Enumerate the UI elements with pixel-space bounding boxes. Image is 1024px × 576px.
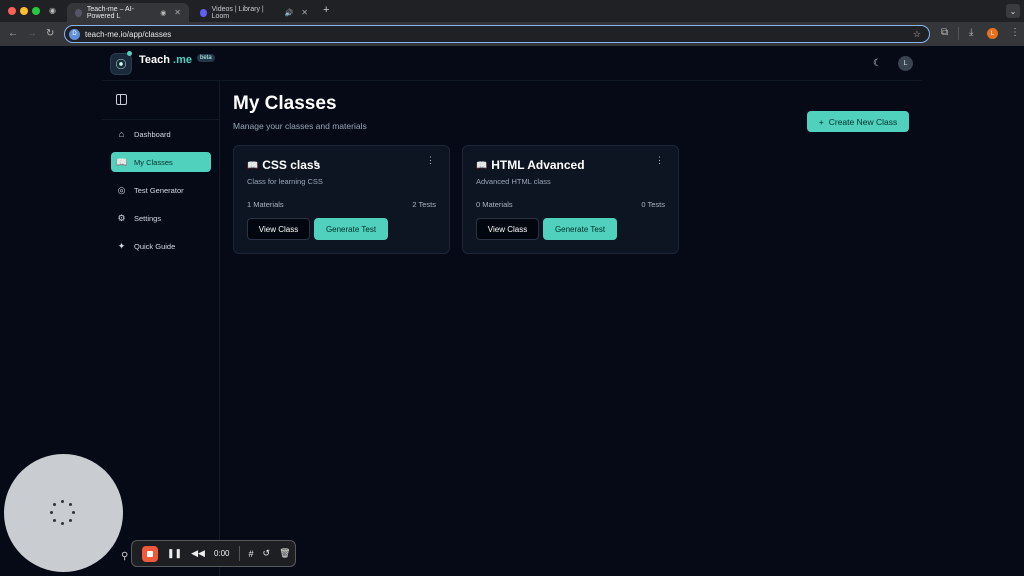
recorder-divider — [238, 546, 240, 561]
toolbar-divider — [958, 27, 959, 40]
recording-icon: ◉ — [160, 9, 167, 17]
brand-accent: .me — [173, 54, 193, 66]
sidebar-item-my-classes[interactable]: 📖 My Classes — [111, 152, 211, 172]
tests-count: 2 Tests — [412, 200, 436, 209]
home-icon: ⌂ — [118, 129, 125, 139]
tab-loom[interactable]: Videos | Library | Loom 🔊 ✕ — [192, 3, 316, 22]
class-title-text: CSS class — [262, 158, 321, 172]
stop-recording-button[interactable] — [142, 545, 158, 562]
loom-favicon-icon — [200, 8, 207, 17]
bookmark-star-icon[interactable]: ☆ — [913, 29, 921, 40]
back-arrow-icon[interactable]: ← — [8, 28, 18, 39]
dark-mode-moon-icon[interactable]: ☾ — [873, 58, 882, 69]
grid-icon[interactable]: # — [249, 549, 254, 559]
page-subtitle: Manage your classes and materials — [233, 121, 367, 131]
sidebar-divider — [102, 119, 220, 120]
class-card-css[interactable]: 📖 CSS class ⋮ Class for learning CSS 1 M… — [233, 145, 450, 254]
logo-status-dot — [127, 51, 132, 56]
site-info-icon[interactable]: D — [69, 28, 80, 40]
sidebar-item-label: Test Generator — [134, 185, 184, 195]
class-description: Advanced HTML class — [476, 177, 551, 186]
tests-count: 0 Tests — [641, 200, 665, 209]
header-divider — [102, 80, 922, 81]
view-class-button[interactable]: View Class — [247, 218, 310, 240]
trash-icon[interactable]: 🗑 — [279, 548, 290, 559]
sidebar-item-quick-guide[interactable]: ✦ Quick Guide — [111, 236, 211, 256]
sparkle-icon: ✦ — [117, 240, 126, 251]
beta-badge: beta — [197, 54, 215, 62]
profile-avatar[interactable]: L — [987, 28, 998, 39]
restart-icon[interactable]: ↺ — [263, 548, 271, 559]
view-class-button[interactable]: View Class — [476, 218, 539, 240]
tab-title: Teach-me – AI-Powered L — [86, 5, 134, 20]
brand-main: Teach — [139, 54, 170, 66]
generate-test-button[interactable]: Generate Test — [543, 218, 617, 240]
create-new-class-button[interactable]: + Create New Class — [807, 111, 909, 132]
recording-timer: 0:00 — [213, 549, 230, 558]
more-options-icon[interactable]: ⋮ — [426, 156, 435, 165]
book-icon: 📖 — [116, 156, 128, 167]
brain-icon: ◎ — [117, 184, 126, 195]
class-description: Class for learning CSS — [247, 177, 323, 186]
class-card-title: 📖 HTML Advanced — [476, 158, 585, 172]
tab-search-chevron-icon[interactable]: ⌄ — [1006, 4, 1020, 18]
audio-icon: 🔊 — [284, 9, 294, 17]
page-title: My Classes — [233, 93, 337, 114]
class-title-text: HTML Advanced — [491, 158, 585, 172]
close-tab-icon[interactable]: ✕ — [174, 8, 181, 17]
sidebar-item-test-generator[interactable]: ◎ Test Generator — [111, 180, 211, 200]
logo-brain-icon[interactable]: ⦿ — [110, 53, 132, 75]
more-options-icon[interactable]: ⋮ — [655, 156, 664, 165]
sidebar-item-label: Settings — [134, 213, 162, 223]
book-open-icon: 📖 — [476, 159, 488, 170]
materials-count: 0 Materials — [476, 200, 513, 209]
url-text: teach-me.io/app/classes — [85, 29, 172, 39]
generate-test-button[interactable]: Generate Test — [314, 218, 388, 240]
book-open-icon: 📖 — [247, 159, 259, 170]
extensions-puzzle-icon[interactable]: ⧉ — [941, 27, 948, 38]
teach-me-favicon-icon — [75, 8, 82, 17]
browser-tab-strip: ◉ Teach-me – AI-Powered L ◉ ✕ Videos | L… — [0, 0, 1024, 22]
browser-menu-icon[interactable]: ⋮ — [1010, 27, 1020, 38]
class-card-title: 📖 CSS class — [247, 158, 320, 172]
brand-name[interactable]: Teach .me — [139, 54, 192, 66]
create-new-class-label: Create New Class — [828, 116, 898, 127]
download-icon[interactable]: ⤓ — [969, 27, 973, 38]
gear-icon: ⚙ — [117, 212, 126, 223]
recording-control-bar: ❚❚ ◀◀ 0:00 # ↺ 🗑 — [131, 540, 296, 567]
close-tab-icon[interactable]: ✕ — [301, 8, 308, 17]
reload-icon[interactable]: ↻ — [46, 28, 54, 39]
search-icon[interactable]: ⚲ — [121, 551, 128, 562]
address-bar[interactable]: D teach-me.io/app/classes ☆ — [64, 25, 930, 43]
sidebar-item-settings[interactable]: ⚙ Settings — [111, 208, 211, 228]
rewind-icon[interactable]: ◀◀ — [191, 548, 205, 559]
forward-arrow-icon[interactable]: → — [27, 28, 37, 39]
materials-count: 1 Materials — [247, 200, 284, 209]
user-avatar[interactable]: L — [898, 56, 913, 71]
tab-title: Videos | Library | Loom — [211, 5, 264, 20]
sidebar-item-label: Dashboard — [134, 129, 171, 139]
pause-icon[interactable]: ❚❚ — [167, 548, 182, 559]
sidebar-item-label: My Classes — [134, 157, 173, 167]
sidebar-toggle-icon[interactable] — [116, 94, 127, 105]
minimize-window-icon[interactable] — [20, 7, 28, 15]
browser-toolbar: ← → ↻ D teach-me.io/app/classes ☆ ⧉ ⤓ L … — [0, 22, 1024, 46]
mouse-cursor-icon: ↖ — [313, 158, 321, 168]
tab-teach-me[interactable]: Teach-me – AI-Powered L ◉ ✕ — [67, 3, 189, 22]
new-tab-button[interactable]: + — [323, 4, 329, 16]
loading-spinner-icon — [50, 500, 76, 526]
loom-recording-icon[interactable]: ◉ — [49, 6, 56, 15]
plus-icon: + — [818, 116, 824, 127]
app-root: ⦿ Teach .me beta ☾ L ⌂ Dashboard 📖 My Cl… — [0, 46, 1024, 576]
maximize-window-icon[interactable] — [32, 7, 40, 15]
sidebar-item-label: Quick Guide — [134, 241, 176, 251]
sidebar-item-dashboard[interactable]: ⌂ Dashboard — [111, 124, 211, 144]
class-card-html-advanced[interactable]: 📖 HTML Advanced ⋮ Advanced HTML class 0 … — [462, 145, 679, 254]
close-window-icon[interactable] — [8, 7, 16, 15]
